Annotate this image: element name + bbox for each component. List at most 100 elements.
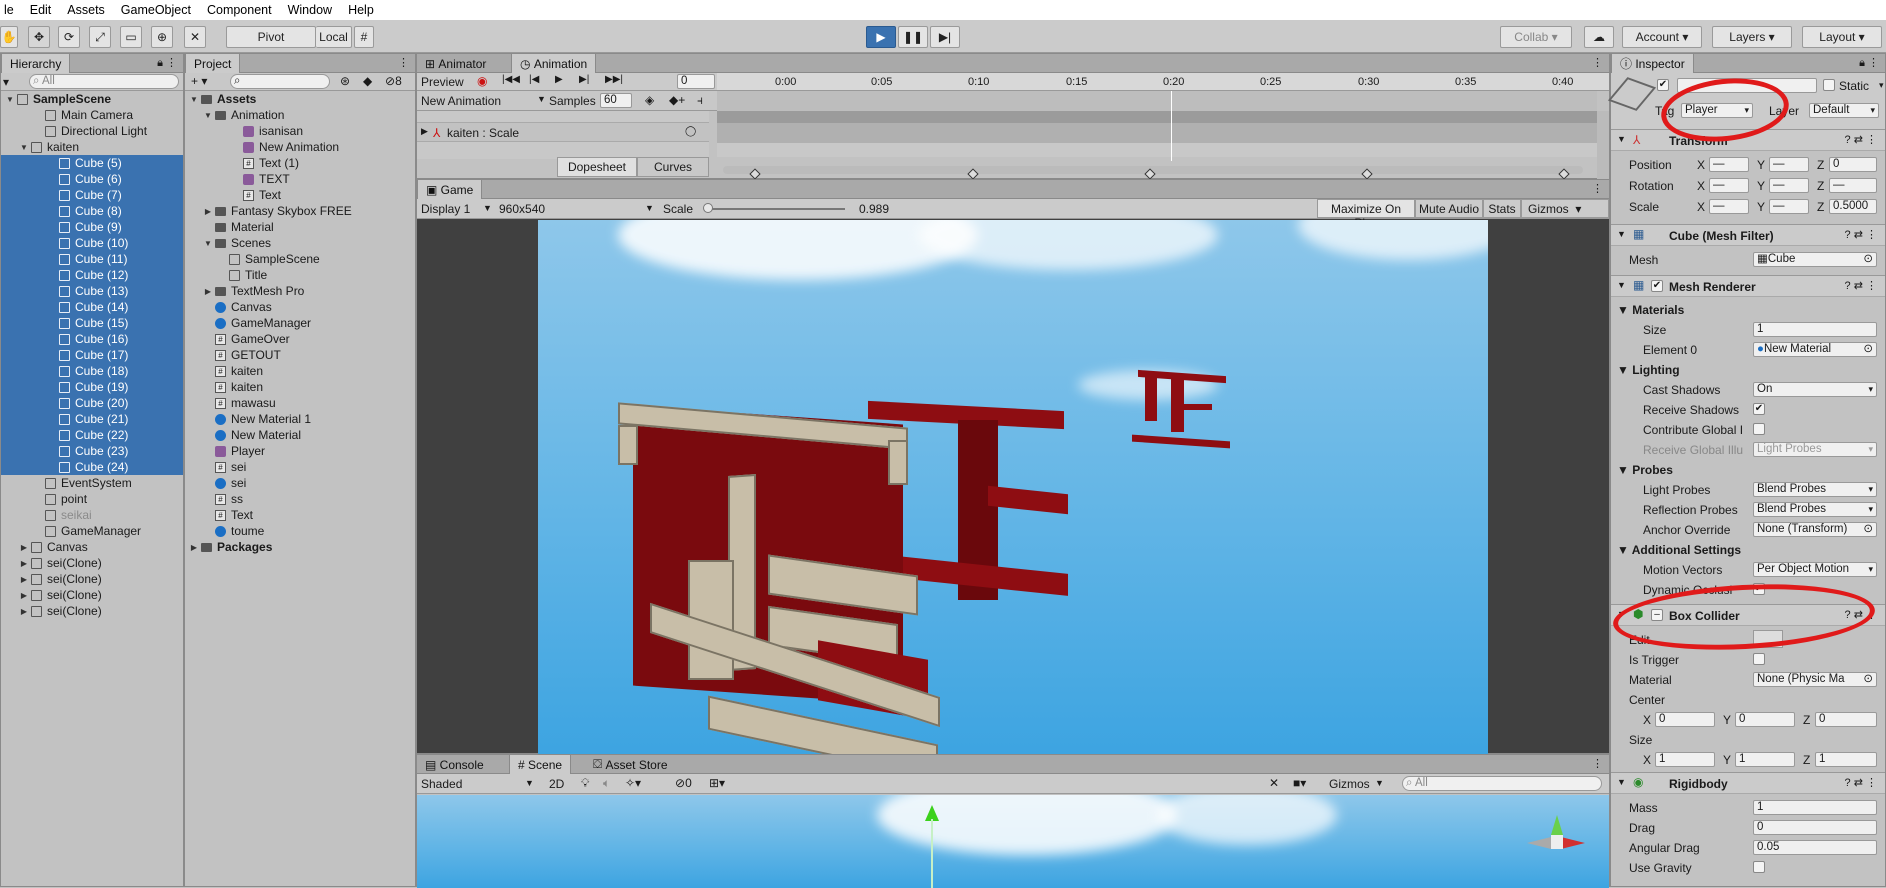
tab-animation[interactable]: ◷ Animation	[511, 54, 597, 73]
size-z[interactable]: 1	[1815, 752, 1877, 767]
expand-arrow-icon[interactable]: ▼	[19, 143, 29, 152]
size-y[interactable]: 1	[1735, 752, 1795, 767]
layers-dropdown[interactable]: Layers ▾	[1712, 26, 1792, 48]
use-gravity-checkbox[interactable]	[1753, 861, 1765, 873]
mute-audio-toggle[interactable]: Mute Audio	[1415, 199, 1483, 218]
menu-gameobject[interactable]: GameObject	[121, 3, 191, 17]
tree-row[interactable]: Cube (21)	[1, 411, 183, 427]
first-key-button[interactable]: |◀◀	[502, 74, 520, 85]
create-asset-button[interactable]: + ▾	[191, 74, 207, 88]
tab-console[interactable]: ▤ Console	[417, 755, 492, 774]
game-viewport[interactable]	[538, 220, 1488, 754]
tab-scene[interactable]: # Scene	[509, 755, 572, 774]
scale-z[interactable]: 0.5000	[1829, 199, 1877, 214]
maximize-on-play-toggle[interactable]: Maximize On Play	[1317, 199, 1415, 230]
center-y[interactable]: 0	[1735, 712, 1795, 727]
timeline-vscroll[interactable]	[1597, 111, 1609, 179]
tree-row[interactable]: Cube (19)	[1, 379, 183, 395]
tree-row[interactable]: # Text	[185, 187, 415, 203]
hidden-packages-icon[interactable]: ⊘8	[385, 74, 402, 88]
tree-row[interactable]: isanisan	[185, 123, 415, 139]
tree-row[interactable]: # mawasu	[185, 395, 415, 411]
tree-row[interactable]: Cube (24)	[1, 459, 183, 475]
menu-window[interactable]: Window	[288, 3, 332, 17]
scale-slider[interactable]	[705, 208, 845, 210]
tree-row[interactable]: ▶ sei(Clone)	[1, 555, 183, 571]
audio-toggle-icon[interactable]: 🔈︎	[603, 776, 610, 791]
tree-row[interactable]: Player	[185, 443, 415, 459]
reflection-probes-dropdown[interactable]: Blend Probes ▾	[1753, 502, 1877, 517]
anchor-override-field[interactable]: None (Transform) ⊙	[1753, 522, 1877, 537]
menu-assets[interactable]: Assets	[67, 3, 105, 17]
component-menu-icon[interactable]: ? ⇄ ⋮	[1845, 133, 1877, 146]
tree-row[interactable]: Cube (23)	[1, 443, 183, 459]
tools-icon[interactable]: ✕	[1269, 776, 1279, 790]
tree-row[interactable]: EventSystem	[1, 475, 183, 491]
tree-row[interactable]: Cube (22)	[1, 427, 183, 443]
element0-field[interactable]: ●New Material ⊙	[1753, 342, 1877, 357]
scale-x[interactable]: —	[1709, 199, 1749, 214]
tree-row[interactable]: Cube (8)	[1, 203, 183, 219]
tree-row[interactable]: Main Camera	[1, 107, 183, 123]
tree-row[interactable]: GameManager	[185, 315, 415, 331]
tree-row[interactable]: # GameOver	[185, 331, 415, 347]
additional-settings-foldout[interactable]: ▼ Additional Settings	[1617, 543, 1741, 557]
tree-row[interactable]: Cube (5)	[1, 155, 183, 171]
project-search[interactable]: ⌕	[230, 74, 330, 89]
tree-row[interactable]: Cube (12)	[1, 267, 183, 283]
create-dropdown[interactable]: ▾	[3, 75, 9, 89]
tree-row[interactable]: # kaiten	[185, 379, 415, 395]
time-ruler[interactable]: 0:00 0:05 0:10 0:15 0:20 0:25 0:30 0:35 …	[717, 73, 1609, 91]
active-checkbox[interactable]: ✔	[1657, 79, 1669, 91]
tab-hierarchy[interactable]: Hierarchy	[1, 54, 71, 73]
scene-gizmos-dropdown[interactable]: Gizmos	[1329, 777, 1370, 791]
tree-row[interactable]: Cube (15)	[1, 315, 183, 331]
tree-row[interactable]: # kaiten	[185, 363, 415, 379]
scene-viewport[interactable]	[417, 795, 1609, 888]
contribute-gi-checkbox[interactable]	[1753, 423, 1765, 435]
filter-label-icon[interactable]: ◆	[363, 74, 372, 88]
tree-row[interactable]: ▶ sei(Clone)	[1, 603, 183, 619]
tree-row[interactable]: New Material	[185, 427, 415, 443]
layout-dropdown[interactable]: Layout ▾	[1802, 26, 1882, 48]
position-z[interactable]: 0	[1829, 157, 1877, 172]
2d-toggle[interactable]: 2D	[549, 777, 564, 791]
is-trigger-checkbox[interactable]	[1753, 653, 1765, 665]
hand-tool-icon[interactable]: ✋	[0, 26, 18, 48]
tree-row[interactable]: toume	[185, 523, 415, 539]
tree-row[interactable]: ▶ TextMesh Pro	[185, 283, 415, 299]
record-button[interactable]: ◉	[477, 74, 487, 88]
cloud-icon[interactable]: ☁	[1584, 26, 1614, 48]
tree-row[interactable]: ▼ Assets	[185, 91, 415, 107]
hierarchy-search[interactable]: ⌕ All	[29, 74, 179, 89]
hidden-objects-icon[interactable]: ⊘0	[675, 776, 692, 790]
dopesheet-button[interactable]: Dopesheet	[557, 157, 637, 177]
panel-menu-icon[interactable]: ⋮	[1592, 56, 1603, 69]
light-probes-dropdown[interactable]: Blend Probes ▾	[1753, 482, 1877, 497]
tree-row[interactable]: # sei	[185, 459, 415, 475]
expand-arrow-icon[interactable]: ▶	[19, 543, 29, 552]
expand-arrow-icon[interactable]: ▶	[19, 591, 29, 600]
add-keyframe-icon[interactable]: ◈	[645, 93, 654, 107]
collider-material-field[interactable]: None (Physic Ma ⊙	[1753, 672, 1877, 687]
account-dropdown[interactable]: Account ▾	[1622, 26, 1702, 48]
menu-file[interactable]: le	[4, 3, 14, 17]
mesh-field[interactable]: ▦Cube ⊙	[1753, 252, 1877, 267]
menu-edit[interactable]: Edit	[30, 3, 52, 17]
materials-size-field[interactable]: 1	[1753, 322, 1877, 337]
tab-project[interactable]: Project	[185, 54, 241, 73]
layer-dropdown[interactable]: Default ▾	[1809, 103, 1879, 118]
event-icon[interactable]: ⫞	[697, 93, 703, 108]
motion-vectors-dropdown[interactable]: Per Object Motion ▾	[1753, 562, 1877, 577]
expand-arrow-icon[interactable]: ▼	[5, 95, 15, 104]
position-x[interactable]: —	[1709, 157, 1749, 172]
scene-search[interactable]: ⌕ All	[1402, 776, 1602, 791]
mesh-renderer-header[interactable]: ▼ ▦ ✔ Mesh Renderer ? ⇄ ⋮	[1611, 275, 1885, 297]
tree-row[interactable]: Cube (6)	[1, 171, 183, 187]
panel-menu-icon[interactable]: ⋮	[398, 56, 409, 69]
expand-arrow-icon[interactable]: ▶	[203, 207, 213, 216]
tree-row[interactable]: ▼ Scenes	[185, 235, 415, 251]
scale-slider-handle[interactable]	[703, 203, 713, 213]
tab-animator[interactable]: ⊞ Animator	[417, 54, 494, 73]
cast-shadows-dropdown[interactable]: On ▾	[1753, 382, 1877, 397]
